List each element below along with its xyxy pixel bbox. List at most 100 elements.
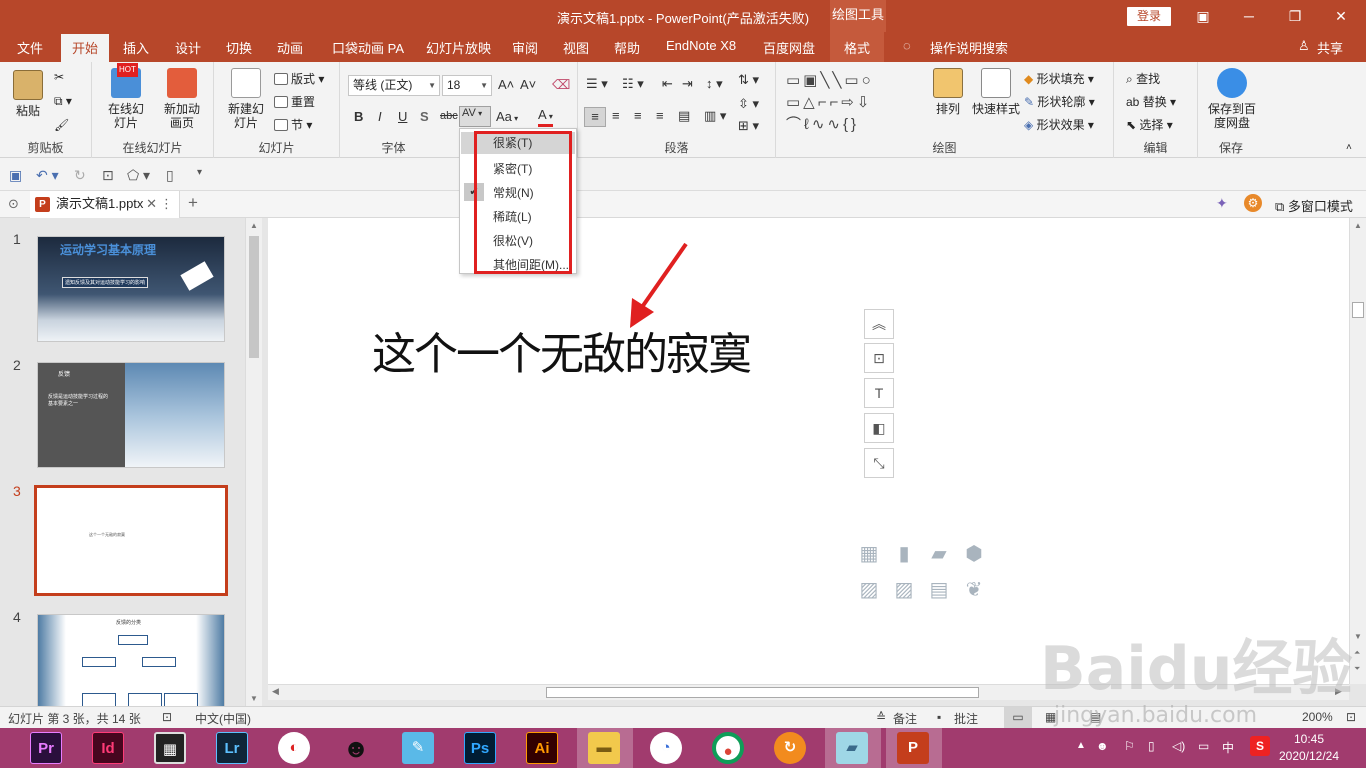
slide-thumbnail-3[interactable]: 这个一个无敌的寂寞 — [34, 485, 228, 596]
document-tab[interactable]: P 演示文稿1.pptx ✕ ⋮ — [30, 191, 180, 218]
smartart-icon[interactable]: ▰ — [924, 540, 954, 568]
italic-button[interactable]: I — [378, 109, 382, 124]
minimize-button[interactable]: ─ — [1226, 0, 1272, 32]
slide-canvas[interactable]: 这个一个无敌的寂寞 ︽ ⊡ T ◧ ⤡ ▦ ▮ ▰ ⬢ ▨ ▨ ▤ ❦ — [268, 218, 1349, 684]
normal-view-icon[interactable]: ▭ — [1004, 707, 1032, 728]
tab-animations[interactable]: 动画 — [277, 38, 303, 57]
close-button[interactable]: ✕ — [1318, 0, 1364, 32]
chat-app-icon[interactable]: ✎ — [402, 732, 434, 764]
align-center-icon[interactable]: ≡ — [612, 108, 620, 123]
new-slide-button[interactable]: 新建幻灯片 — [220, 68, 272, 130]
foxit-icon[interactable]: ↻ — [774, 732, 806, 764]
clear-formatting-icon[interactable]: ⌫ — [552, 77, 570, 93]
home-icon[interactable]: ⊙ — [8, 196, 19, 212]
scrollbar-thumb[interactable] — [1352, 302, 1364, 318]
settings-gear-icon[interactable]: ⚙ — [1244, 194, 1262, 212]
picture-icon[interactable]: ▨ — [854, 576, 884, 604]
online-picture-icon[interactable]: ▨ — [889, 576, 919, 604]
text-direction-icon[interactable]: ⇅ ▾ — [738, 72, 759, 88]
increase-indent-icon[interactable]: ⇥ — [682, 76, 693, 92]
comments-button[interactable]: 批注 — [954, 710, 978, 727]
find-button[interactable]: ⌕ 查找 — [1126, 70, 1160, 87]
share-button[interactable]: 共享 — [1317, 38, 1343, 57]
close-tab-icon[interactable]: ✕ — [146, 191, 157, 217]
tab-file[interactable]: 文件 — [17, 38, 43, 57]
next-slide-icon[interactable]: ⏷ — [1354, 664, 1360, 674]
fit-to-window-icon[interactable]: ⊡ — [1346, 710, 1356, 724]
video-editor-icon[interactable]: ▦ — [154, 732, 186, 764]
restore-button[interactable]: ❐ — [1272, 0, 1318, 32]
tab-insert[interactable]: 插入 — [123, 38, 149, 57]
network-icon[interactable]: ▭ — [1198, 739, 1209, 753]
tab-pocket-animation[interactable]: 口袋动画 PA — [332, 38, 404, 57]
character-spacing-button[interactable]: AV ▾ — [459, 106, 491, 127]
previous-slide-icon[interactable]: ⏶ — [1354, 648, 1360, 658]
slide-thumbnail-1[interactable]: 运动学习基本原理 遗知反馈及其对运动技能学习的影响 — [37, 236, 225, 342]
tab-slideshow[interactable]: 幻灯片放映 — [426, 38, 491, 57]
tab-format[interactable]: 格式 — [830, 32, 885, 62]
arrange-button[interactable]: 排列 — [926, 68, 970, 116]
battery-icon[interactable]: ▯ — [1148, 739, 1155, 753]
spellcheck-icon[interactable]: ⊡ — [162, 710, 172, 724]
qq-tray-icon[interactable]: ☻ — [1096, 739, 1109, 753]
textbox-icon[interactable]: T — [864, 378, 894, 408]
zoom-level[interactable]: 200% — [1302, 710, 1333, 724]
ime-indicator[interactable]: 中 — [1222, 739, 1234, 756]
chrome-icon[interactable]: ● — [712, 732, 744, 764]
strikethrough-button[interactable]: abc — [440, 110, 458, 122]
layout-button[interactable]: 版式 ▾ — [274, 70, 324, 87]
ribbon-display-icon[interactable]: ▣ — [1180, 0, 1226, 32]
collapse-ribbon-icon[interactable]: ˄ — [1346, 142, 1352, 153]
customize-qat-icon[interactable]: ▾ — [197, 167, 202, 178]
scrollbar-thumb[interactable] — [249, 236, 259, 358]
login-button[interactable]: 登录 — [1127, 7, 1171, 26]
justify-icon[interactable]: ≡ — [656, 108, 664, 123]
align-right-icon[interactable]: ≡ — [634, 108, 642, 123]
sogou-icon[interactable]: S — [1250, 736, 1270, 756]
table-icon[interactable]: ▦ — [854, 540, 884, 568]
quick-styles-button[interactable]: 快速样式 — [968, 68, 1024, 116]
multiwindow-button[interactable]: ⧉ 多窗口模式 — [1275, 196, 1353, 215]
tab-endnote[interactable]: EndNote X8 — [666, 38, 736, 53]
notes-button[interactable]: 备注 — [893, 710, 917, 727]
draw-shape-icon[interactable]: ⬠ ▾ — [127, 167, 150, 184]
tab-design[interactable]: 设计 — [175, 38, 201, 57]
online-slides-button[interactable]: HOT 在线幻灯片 — [100, 63, 152, 130]
copy-icon[interactable]: ⧉ ▾ — [54, 94, 72, 109]
illustrator-icon[interactable]: Ai — [526, 732, 558, 764]
clock-date[interactable]: 2020/12/24 — [1276, 749, 1342, 763]
volume-icon[interactable]: ◁) — [1172, 739, 1185, 753]
slide-panel-scrollbar[interactable]: ▲ ▼ — [245, 218, 262, 706]
new-file-icon[interactable]: ▯ — [166, 167, 174, 184]
tab-view[interactable]: 视图 — [563, 38, 589, 57]
tab-transitions[interactable]: 切换 — [226, 38, 252, 57]
scroll-down-icon[interactable]: ▼ — [1354, 632, 1362, 641]
collapse-icon[interactable]: ︽ — [864, 309, 894, 339]
tab-review[interactable]: 审阅 — [512, 38, 538, 57]
font-name-select[interactable]: 等线 (正文) ▼ — [348, 75, 440, 96]
shape-style-icon[interactable]: ◧ — [864, 413, 894, 443]
clock-time[interactable]: 10:45 — [1282, 732, 1336, 746]
tell-me-search[interactable]: 操作说明搜索 — [930, 38, 1008, 57]
tab-help[interactable]: 帮助 — [614, 38, 640, 57]
align-left-icon[interactable]: ≡ — [584, 107, 606, 127]
paste-button[interactable]: 粘贴 — [8, 70, 48, 118]
scroll-down-icon[interactable]: ▼ — [250, 694, 258, 703]
lightroom-icon[interactable]: Lr — [216, 732, 248, 764]
font-color-button[interactable]: A ▾ — [538, 107, 553, 127]
select-button[interactable]: ⬉ 选择 ▾ — [1126, 116, 1173, 133]
section-button[interactable]: 节 ▾ — [274, 116, 312, 133]
video-icon[interactable]: ▤ — [924, 576, 954, 604]
tray-expand-icon[interactable]: ▲ — [1076, 740, 1086, 751]
save-icon[interactable]: ▣ — [9, 167, 22, 184]
add-tab-icon[interactable]: + — [188, 193, 198, 213]
game-center-icon[interactable]: ◐ — [278, 732, 310, 764]
text-shadow-button[interactable]: S — [420, 109, 429, 124]
format-painter-icon[interactable]: 🖌 — [54, 118, 69, 132]
cut-icon[interactable]: ✂ — [54, 70, 64, 84]
scroll-up-icon[interactable]: ▲ — [250, 221, 258, 230]
reset-button[interactable]: 重置 — [274, 93, 315, 110]
decrease-indent-icon[interactable]: ⇤ — [662, 76, 673, 92]
new-animation-page-button[interactable]: 新加动画页 — [156, 68, 208, 130]
photoshop-icon[interactable]: Ps — [464, 732, 496, 764]
